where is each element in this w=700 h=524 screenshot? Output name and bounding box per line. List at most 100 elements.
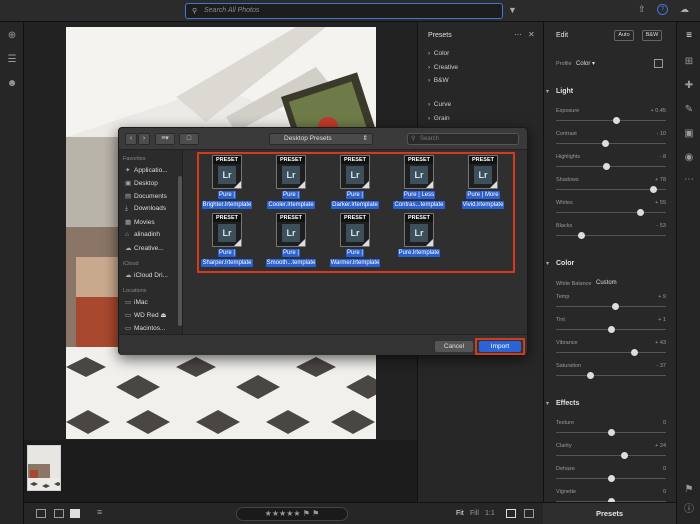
slider-value[interactable]: + 0.45 (651, 108, 666, 114)
cloud-icon[interactable]: ☁ (680, 4, 689, 15)
slider-track[interactable] (556, 163, 666, 170)
slider-track[interactable] (556, 186, 666, 193)
slider-track[interactable] (556, 232, 666, 239)
sidebar-item-movies[interactable]: ▩ Movies (125, 218, 155, 226)
sidebar-item-macintosh-hd[interactable]: ▭ Macintos... (125, 324, 165, 332)
slider-track[interactable] (556, 475, 666, 482)
bw-button[interactable]: B&W (642, 30, 662, 41)
healing-icon[interactable]: ✚ (683, 80, 695, 92)
slider-track[interactable] (556, 140, 666, 147)
slider-knob[interactable] (607, 326, 615, 333)
location-dropdown[interactable]: Desktop Presets ⇕ (269, 133, 373, 145)
slider-knob[interactable] (577, 232, 585, 239)
sidebar-item-creative-cloud[interactable]: ☁ Creative... (125, 244, 164, 252)
slider-track[interactable] (556, 372, 666, 379)
sidebar-item-home[interactable]: ⌂ alinadinh (125, 231, 160, 238)
search-input[interactable]: ⚲ Search All Photos (185, 3, 503, 19)
chevron-down-icon[interactable]: ▾ (546, 400, 549, 407)
slider-track[interactable] (556, 349, 666, 356)
slider-knob[interactable] (602, 140, 609, 147)
back-button[interactable]: ‹ (125, 133, 137, 145)
sidebar-item-desktop[interactable]: ▣ Desktop (125, 179, 158, 187)
fit-button[interactable]: Fit (456, 510, 464, 517)
slider-track[interactable] (556, 452, 666, 459)
slider-value[interactable]: 0 (663, 420, 666, 426)
color-section-title[interactable]: Color (556, 260, 574, 267)
compare-icon[interactable] (506, 509, 516, 518)
eject-icon[interactable]: ⏏ (160, 312, 166, 319)
sidebar-item-icloud-drive[interactable]: ☁ iCloud Dri... (125, 271, 168, 279)
slider-knob[interactable] (630, 349, 638, 356)
preset-file[interactable]: PRESET Lr Pure | Cooler.lrtemplate (261, 155, 321, 209)
white-balance-dropdown[interactable]: Custom (596, 280, 617, 286)
info-panel-icon[interactable] (524, 509, 534, 518)
sort-icon[interactable]: ≡ (97, 507, 102, 517)
sidebar-item-wd-red[interactable]: ▭ WD Red ⏏ (125, 311, 167, 319)
more-icon[interactable]: ⋯ (514, 30, 522, 39)
sidebar-item-applications[interactable]: ✦ Applicatio... (125, 166, 168, 174)
slider-value[interactable]: + 1 (658, 317, 666, 323)
rating-stars[interactable]: ★★★★★ ⚑ ⚑ (236, 507, 348, 521)
square-grid-icon[interactable] (54, 509, 64, 518)
light-section-title[interactable]: Light (556, 88, 573, 95)
auto-button[interactable]: Auto (614, 30, 634, 41)
new-folder-button[interactable]: □ (179, 133, 199, 145)
sidebar-item-documents[interactable]: ▤ Documents (125, 192, 167, 200)
preset-file[interactable]: PRESET Lr Pure | More Vivid.lrtemplate (453, 155, 513, 209)
people-icon[interactable]: ☻ (6, 78, 18, 90)
gradient-icon[interactable]: ▣ (683, 128, 695, 140)
library-icon[interactable]: ☰ (6, 54, 18, 66)
slider-knob[interactable] (611, 303, 619, 310)
slider-knob[interactable] (603, 163, 611, 170)
slider-value[interactable]: 0 (663, 466, 666, 472)
detail-view-icon[interactable] (70, 509, 80, 518)
forward-button[interactable]: › (138, 133, 150, 145)
slider-knob[interactable] (637, 209, 645, 216)
photo-thumbnail[interactable] (27, 445, 61, 491)
preset-group-curve[interactable]: › Curve (428, 101, 451, 108)
profile-browser-icon[interactable] (654, 59, 663, 68)
presets-button[interactable]: Presets (543, 502, 676, 524)
preset-file[interactable]: PRESET Lr Pure | Sharper.lrtemplate (197, 213, 257, 267)
preset-group-creative[interactable]: › Creative (428, 64, 458, 71)
slider-value[interactable]: + 9 (658, 294, 666, 300)
fill-button[interactable]: Fill (470, 510, 479, 517)
chevron-down-icon[interactable]: ▾ (546, 88, 549, 95)
crop-icon[interactable]: ⊞ (683, 56, 695, 68)
cancel-button[interactable]: Cancel (435, 341, 473, 352)
share-icon[interactable]: ⇧ (638, 4, 646, 15)
add-icon[interactable]: ⊕ (6, 30, 18, 42)
slider-value[interactable]: + 78 (655, 177, 666, 183)
slider-value[interactable]: + 43 (655, 340, 666, 346)
help-icon[interactable]: ? (657, 4, 668, 15)
sidebar-scrollbar[interactable] (178, 176, 182, 326)
slider-knob[interactable] (607, 429, 615, 436)
slider-value[interactable]: + 55 (655, 200, 666, 206)
preset-file[interactable]: PRESET Lr Pure | Brighter.lrtemplate (197, 155, 257, 209)
slider-value[interactable]: + 24 (655, 443, 666, 449)
edit-sliders-icon[interactable]: ≡ (683, 30, 695, 42)
effects-section-title[interactable]: Effects (556, 400, 579, 407)
import-button[interactable]: Import (479, 341, 521, 352)
slider-track[interactable] (556, 303, 666, 310)
info-icon[interactable]: ⓘ (683, 504, 695, 516)
chevron-down-icon[interactable]: ▾ (546, 260, 549, 267)
preset-file[interactable]: PRESET Lr Pure | Less Contras...template (389, 155, 449, 209)
slider-knob[interactable] (613, 117, 620, 124)
preset-file[interactable]: PRESET Lr Pure | Darker.lrtemplate (325, 155, 385, 209)
slider-value[interactable]: - 37 (657, 363, 666, 369)
radial-icon[interactable]: ◉ (683, 152, 695, 164)
tag-icon[interactable]: ⚑ (683, 484, 695, 496)
slider-knob[interactable] (620, 452, 628, 459)
preset-group-grain[interactable]: › Grain (428, 115, 450, 122)
slider-value[interactable]: - 10 (657, 131, 666, 137)
slider-track[interactable] (556, 326, 666, 333)
grid-view-icon[interactable] (36, 509, 46, 518)
brush-icon[interactable]: ✎ (683, 104, 695, 116)
preset-file[interactable]: PRESET Lr Pure | Smooth...template (261, 213, 321, 267)
slider-track[interactable] (556, 429, 666, 436)
slider-knob[interactable] (650, 186, 658, 193)
sidebar-item-downloads[interactable]: ⤓ Downloads (125, 205, 166, 213)
preset-file[interactable]: PRESET Lr Pure.lrtemplate (389, 213, 449, 257)
preset-group-color[interactable]: › Color (428, 50, 449, 57)
